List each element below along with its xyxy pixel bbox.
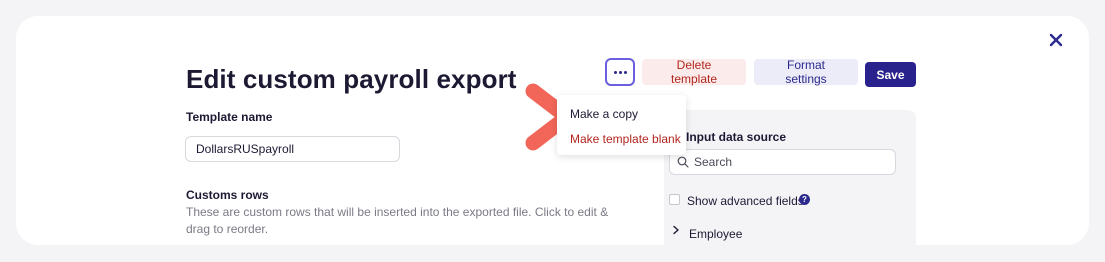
search-input[interactable]	[694, 153, 889, 171]
close-icon	[1049, 33, 1063, 47]
page-title: Edit custom payroll export	[186, 64, 517, 94]
custom-rows-hint: These are custom rows that will be inser…	[186, 205, 609, 236]
custom-rows-label: Customs rows	[186, 188, 269, 202]
chevron-right-icon[interactable]	[672, 225, 680, 235]
delete-template-button[interactable]: Delete template	[642, 58, 746, 86]
ellipsis-icon	[613, 70, 627, 74]
more-actions-menu: Make a copy Make template blank	[557, 95, 686, 155]
template-name-input[interactable]	[185, 136, 400, 162]
save-button[interactable]: Save	[865, 62, 916, 87]
menu-item-make-copy[interactable]: Make a copy	[570, 107, 638, 121]
tree-item-employee[interactable]: Employee	[689, 227, 742, 241]
close-button[interactable]	[1046, 30, 1066, 50]
advanced-fields-checkbox[interactable]	[669, 194, 680, 205]
panel-title: Input data source	[686, 130, 787, 144]
template-name-label: Template name	[186, 110, 273, 124]
search-field[interactable]	[669, 149, 896, 175]
help-icon[interactable]: ?	[799, 194, 810, 205]
format-settings-button[interactable]: Format settings	[754, 58, 858, 86]
more-actions-button[interactable]	[605, 58, 635, 86]
menu-item-make-blank[interactable]: Make template blank	[570, 132, 681, 146]
modal: Edit custom payroll export Template name…	[16, 16, 1089, 245]
input-data-source-panel: Input data source Show advanced fields ?…	[664, 110, 916, 245]
search-icon	[677, 156, 689, 168]
advanced-fields-label: Show advanced fields	[687, 194, 804, 208]
